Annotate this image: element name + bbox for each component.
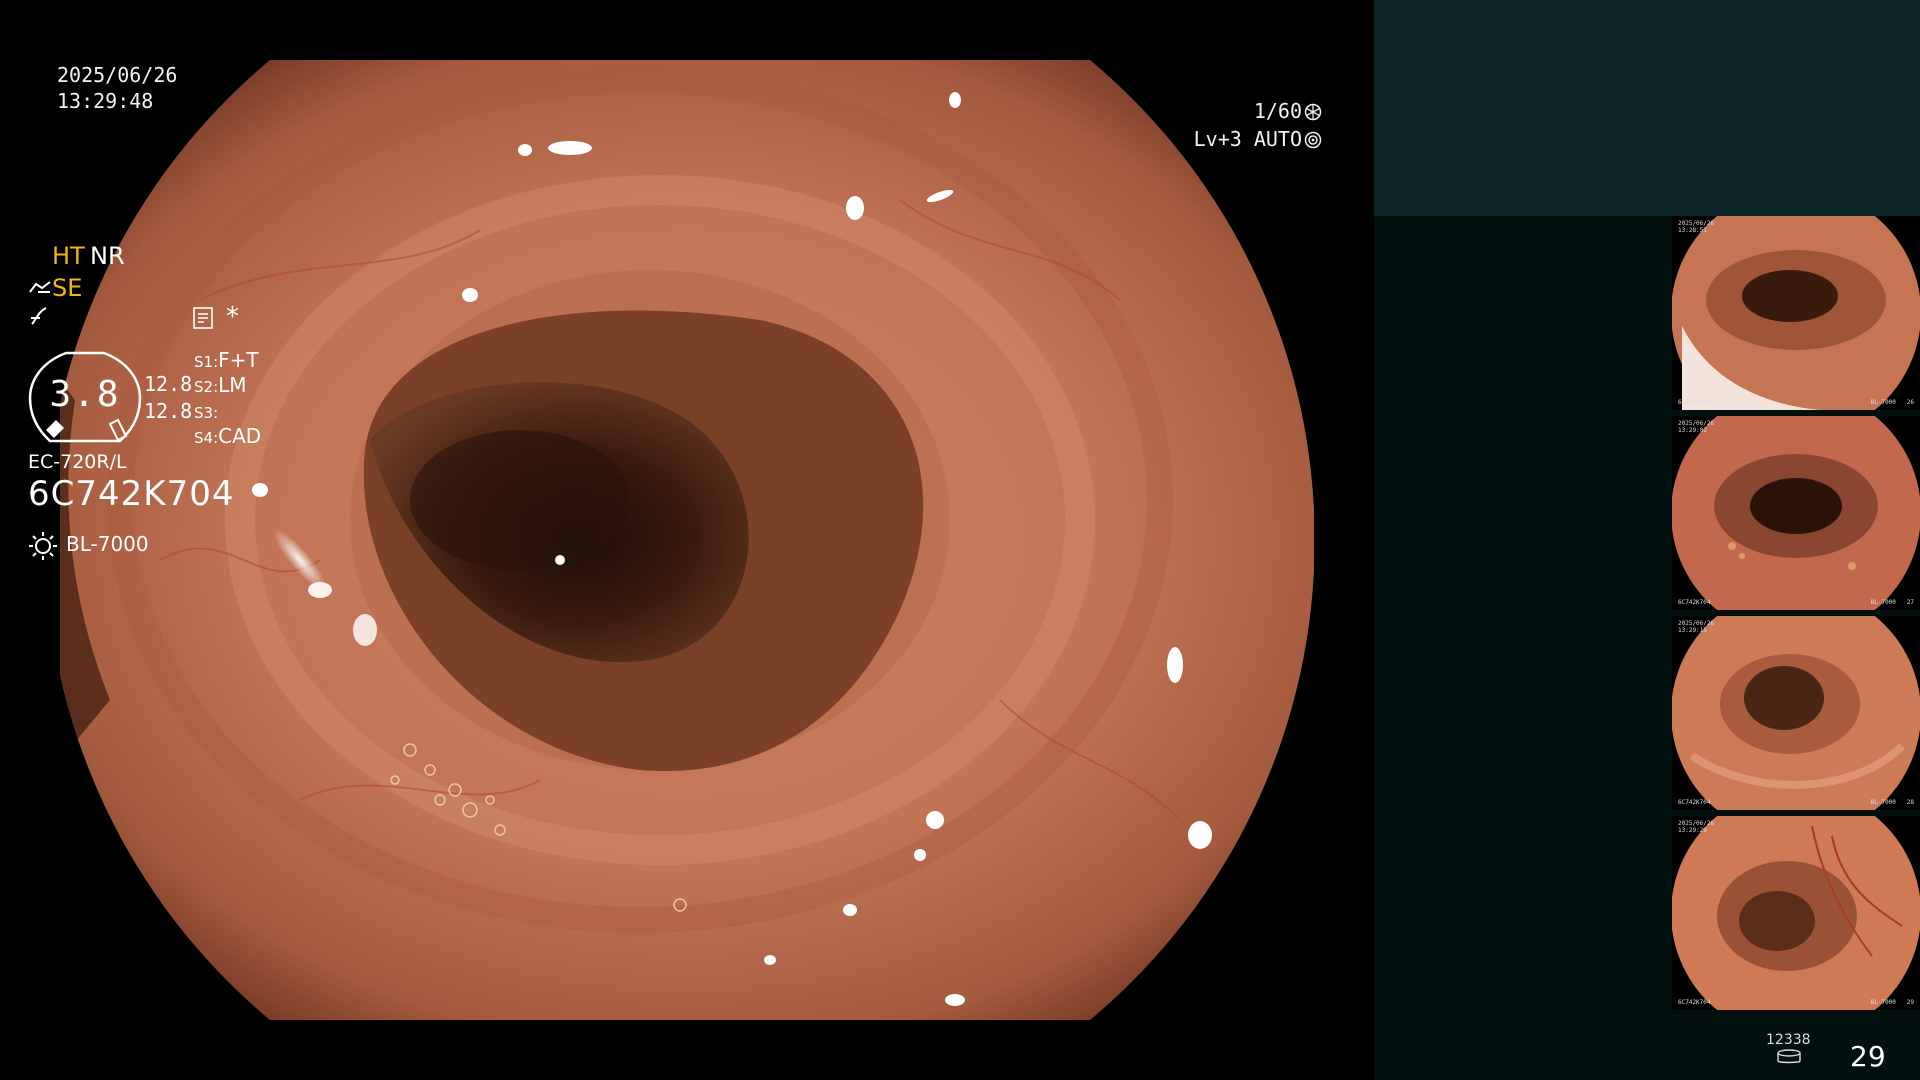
captured-image-thumbnail-1[interactable]: 2025/06/26 13:28:51 6C742K704 BL-7000 26	[1672, 216, 1920, 410]
storage-remaining-count: 12338	[1766, 1032, 1811, 1048]
endoscope-live-view: 2025/06/26 13:29:48 1/60 Lv+3 AUTO	[0, 0, 1374, 1080]
switch-s3: S3:	[194, 404, 219, 422]
thumbnail-serial: 6C742K704	[1678, 399, 1711, 406]
thumbnail-timestamp: 2025/06/26 13:28:51	[1678, 220, 1715, 234]
aperture-icon	[1304, 103, 1322, 121]
switch-s2-key: S2	[194, 378, 214, 396]
thumbnail-image	[1672, 616, 1920, 810]
switch-s2: S2:LM	[194, 373, 247, 397]
thumbnail-image	[1672, 416, 1920, 610]
switch-s4: S4:CAD	[194, 424, 262, 448]
thumbnail-timestamp: 2025/06/26 13:29:02	[1678, 420, 1715, 434]
switch-s1-value: F+T	[218, 348, 259, 372]
switch-s4-key: S4	[194, 429, 214, 447]
thumbnail-footer: BL-7000 26	[1870, 399, 1914, 406]
light-source-text: BL-7000	[66, 532, 149, 556]
thumbnail-footer: BL-7000 27	[1870, 599, 1914, 606]
nr-mode-label: NR	[90, 242, 125, 270]
shutter-speed-text: 1/60	[1253, 99, 1302, 123]
enhancement-icon	[31, 307, 47, 325]
switch-s1-key: S1	[194, 353, 214, 371]
endoscopic-image	[60, 60, 1314, 1020]
time-text: 13:29:48	[57, 89, 154, 113]
switch-s1: S1:F+T	[194, 348, 259, 372]
shutter-readout: 1/60	[1254, 98, 1322, 124]
switch-s3-key: S3	[194, 404, 214, 422]
switch-s2-value: LM	[218, 373, 247, 397]
format-value-1: 12.8	[144, 372, 193, 396]
captured-image-thumbnail-2[interactable]: 2025/06/26 13:29:02 6C742K704 BL-7000 27	[1672, 416, 1920, 610]
structure-enhance-icon	[29, 281, 51, 293]
thumbnail-footer: BL-7000 28	[1870, 799, 1914, 806]
panel-header-area	[1374, 0, 1920, 216]
ht-mode-label: HT	[52, 242, 85, 270]
thumbnail-serial: 6C742K704	[1678, 599, 1711, 606]
se-mode-label: SE	[52, 274, 83, 302]
iris-mode-text: AUTO	[1253, 127, 1302, 151]
date-text: 2025/06/26	[57, 63, 178, 87]
date-time-readout: 2025/06/26 13:29:48	[57, 62, 177, 114]
captured-image-thumbnail-4[interactable]: 2025/06/26 13:29:29 6C742K704 BL-7000 29	[1672, 816, 1920, 1010]
iris-icon	[1304, 131, 1322, 149]
thumbnail-timestamp: 2025/06/26 13:29:29	[1678, 820, 1715, 834]
thumbnail-image	[1672, 816, 1920, 1010]
thumbnail-timestamp: 2025/06/26 13:29:15	[1678, 620, 1715, 634]
scope-serial-text: 6C742K704	[28, 474, 235, 514]
memo-icon	[193, 307, 213, 329]
thumbnail-serial: 6C742K704	[1678, 999, 1711, 1006]
light-source-icon	[29, 532, 57, 560]
magnification-value: 3.8	[49, 374, 121, 415]
thumbnail-image	[1672, 216, 1920, 410]
brightness-level-text: Lv+3	[1193, 127, 1242, 151]
captured-image-thumbnail-3[interactable]: 2025/06/26 13:29:15 6C742K704 BL-7000 28	[1672, 616, 1920, 810]
storage-icon	[1777, 1049, 1801, 1064]
format-value-2: 12.8	[144, 399, 193, 423]
scope-model-text: EC-720R/L	[28, 451, 127, 473]
thumbnail-serial: 6C742K704	[1678, 799, 1711, 806]
iris-level-readout: Lv+3 AUTO	[1194, 126, 1322, 152]
star-marker: *	[226, 302, 239, 332]
thumbnail-footer: BL-7000 29	[1870, 999, 1914, 1006]
captured-image-count: 29	[1850, 1040, 1886, 1073]
switch-s4-value: CAD	[218, 424, 262, 448]
